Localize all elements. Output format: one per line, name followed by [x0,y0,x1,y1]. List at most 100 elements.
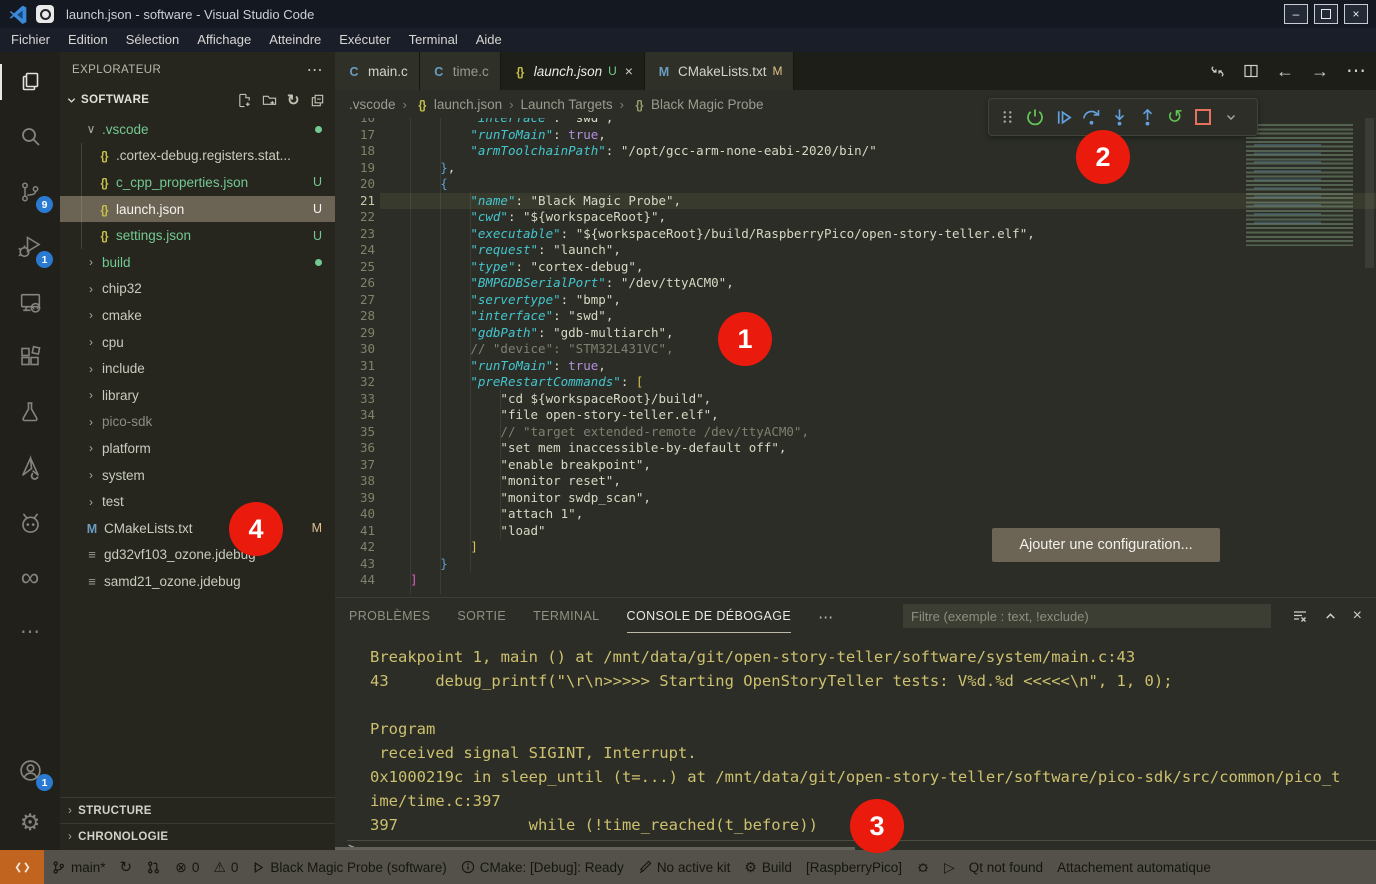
menu-s-lection[interactable]: Sélection [117,28,188,52]
debug-console-filter-input[interactable] [903,604,1271,628]
tab-time-c[interactable]: Ctime.c [420,52,501,90]
menu-fichier[interactable]: Fichier [2,28,59,52]
status-no-active-kit[interactable]: No active kit [631,850,738,884]
code-editor[interactable]: 16 "interface": "swd",17 "runToMain": tr… [335,118,1376,597]
back-arrow-icon[interactable]: ← [1276,61,1294,82]
tree-item-settings-json[interactable]: {}settings.jsonU [60,222,335,249]
tree-item-test[interactable]: ›test [60,488,335,515]
activity-remote-explorer-icon[interactable] [0,278,60,326]
debug-step-over-icon[interactable] [1079,104,1103,130]
status-bug-icon[interactable] [909,850,937,884]
status-sync-icon[interactable]: ↻ [113,850,140,884]
tree-item-vscode[interactable]: ∨.vscode [60,116,335,143]
collapse-all-icon[interactable] [310,93,325,108]
tree-item-pico-sdk[interactable]: ›pico-sdk [60,409,335,436]
activity-infinity-icon[interactable]: ∞ [0,553,60,601]
tree-item-cortex-debug-registers-stat[interactable]: {}.cortex-debug.registers.stat... [60,143,335,170]
status-attachement-automatique[interactable]: Attachement automatique [1050,850,1218,884]
maximize-button[interactable] [1314,4,1338,24]
activity-debug-icon[interactable]: 1 [0,223,60,271]
remote-indicator[interactable] [0,850,44,884]
debug-stop-icon[interactable] [1191,104,1215,130]
debug-restart-icon[interactable]: ↺ [1163,104,1187,130]
split-editor-icon[interactable] [1243,63,1259,79]
status-qt-not-found[interactable]: Qt not found [962,850,1050,884]
minimize-button[interactable]: – [1284,4,1308,24]
menu-aide[interactable]: Aide [467,28,511,52]
tree-item-library[interactable]: ›library [60,382,335,409]
more-actions-icon[interactable]: ⋯ [1346,61,1366,81]
activity-extensions-icon[interactable] [0,333,60,381]
panel-tab-terminal[interactable]: TERMINAL [533,609,599,633]
menu-affichage[interactable]: Affichage [188,28,260,52]
debug-chevron-down-icon[interactable] [1219,104,1243,130]
activity-files-icon[interactable] [0,58,60,106]
activity-platformio-icon[interactable] [0,498,60,546]
tree-item-system[interactable]: ›system [60,462,335,489]
tree-item-cmakelists-txt[interactable]: MCMakeLists.txtM [60,515,335,542]
status-black-magic-probe-software[interactable]: Black Magic Probe (software) [245,850,453,884]
tab-launch-json[interactable]: {}launch.jsonU× [501,52,645,90]
activity-account-icon[interactable]: 1 [0,746,60,794]
explorer-more-actions-icon[interactable]: ⋯ [307,60,323,80]
panel-tab-console-de-d-bogage[interactable]: CONSOLE DE DÉBOGAGE [627,609,792,633]
panel-more-tabs-icon[interactable]: ⋯ [818,608,833,633]
status-0[interactable]: ⊗0 [168,850,206,884]
new-folder-icon[interactable] [262,93,277,108]
status-main[interactable]: main* [44,850,113,884]
filter-lines-icon[interactable] [1292,607,1308,625]
status-cmake-debug-ready[interactable]: CMake: [Debug]: Ready [454,850,631,884]
panel-tab-sortie[interactable]: SORTIE [457,609,506,633]
activity-settings-gear-icon[interactable]: ⚙ [0,798,60,846]
activity-source-control-icon[interactable]: 9 [0,168,60,216]
tree-item-platform[interactable]: ›platform [60,435,335,462]
panel-tab-probl-mes[interactable]: PROBLÈMES [349,609,430,633]
status-git-pr-icon[interactable] [139,850,168,884]
close-button[interactable]: × [1344,4,1368,24]
tree-item-launch-json[interactable]: {}launch.jsonU [60,196,335,223]
activity-cmake-icon[interactable] [0,443,60,491]
tab-cmakelists-txt[interactable]: MCMakeLists.txtM [645,52,795,90]
activity-more-icon[interactable]: ⋯ [0,608,60,656]
tab-main-c[interactable]: Cmain.c [335,52,420,90]
new-file-icon[interactable] [237,93,252,108]
editor-scrollbar[interactable] [1363,118,1376,597]
tree-item-c-cpp-properties-json[interactable]: {}c_cpp_properties.jsonU [60,169,335,196]
debug-drag-grip-icon[interactable] [995,104,1019,130]
menu-ex-cuter[interactable]: Exécuter [330,28,399,52]
status-raspberrypico[interactable]: [RaspberryPico] [799,850,909,884]
debug-continue-icon[interactable] [1051,104,1075,130]
tree-item-include[interactable]: ›include [60,355,335,382]
refresh-icon[interactable]: ↻ [287,93,300,108]
forward-arrow-icon[interactable]: → [1311,61,1329,82]
timeline-section[interactable]: › CHRONOLOGIE [60,823,335,850]
add-configuration-button[interactable]: Ajouter une configuration... [992,528,1220,562]
breadcrumb-vscode[interactable]: .vscode [349,97,396,112]
activity-search-icon[interactable] [0,113,60,161]
breadcrumb-black-magic-probe[interactable]: {}Black Magic Probe [631,97,764,112]
breadcrumb-launch-json[interactable]: {}launch.json [414,97,502,112]
activity-test-beaker-icon[interactable] [0,388,60,436]
tree-item-cmake[interactable]: ›cmake [60,302,335,329]
chevron-up-icon[interactable] [1324,607,1337,625]
tree-item-chip32[interactable]: ›chip32 [60,276,335,303]
open-changes-icon[interactable] [1209,63,1226,80]
menu-atteindre[interactable]: Atteindre [260,28,330,52]
status-play-icon[interactable]: ▷ [937,850,962,884]
debug-step-out-icon[interactable] [1135,104,1159,130]
debug-step-into-icon[interactable] [1107,104,1131,130]
debug-power-icon[interactable] [1023,104,1047,130]
breadcrumb-launch-targets[interactable]: Launch Targets [521,97,613,112]
outline-section[interactable]: › STRUCTURE [60,797,335,824]
tree-item-gd32vf103-ozone-jdebug[interactable]: ≡gd32vf103_ozone.jdebug [60,542,335,569]
minimap[interactable] [1240,120,1362,250]
tree-item-samd21-ozone-jdebug[interactable]: ≡samd21_ozone.jdebug [60,568,335,595]
tree-item-cpu[interactable]: ›cpu [60,329,335,356]
tree-item-build[interactable]: ›build [60,249,335,276]
status-build[interactable]: ⚙Build [737,850,799,884]
close-tab-icon[interactable]: × [625,63,633,79]
menu-terminal[interactable]: Terminal [400,28,467,52]
close-icon[interactable]: × [1353,607,1362,625]
menu-edition[interactable]: Edition [59,28,117,52]
status-0[interactable]: ⚠0 [206,850,245,884]
